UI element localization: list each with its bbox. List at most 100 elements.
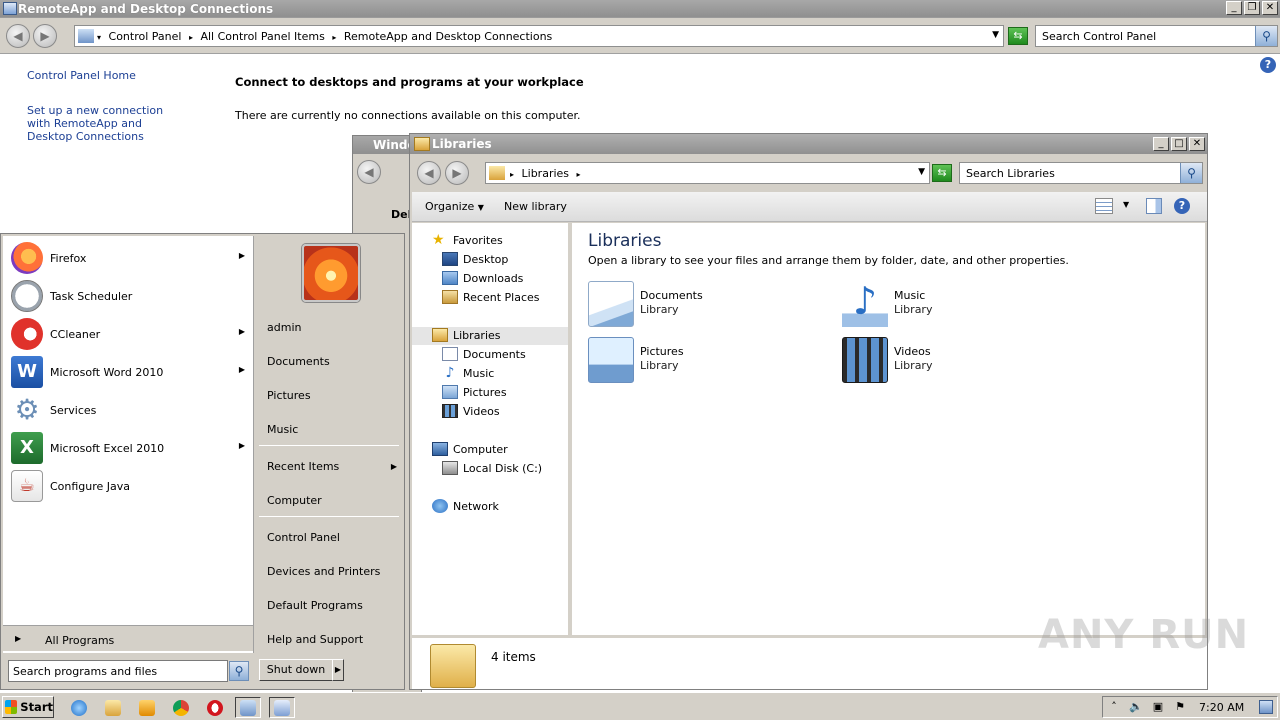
library-tile-videos[interactable]: Videos Library [842,337,1042,385]
start-item-control-panel[interactable]: Control Panel [267,531,340,544]
nav-downloads[interactable]: Downloads [442,271,523,285]
start-item-documents[interactable]: Documents [267,355,330,368]
search-icon[interactable]: ⚲ [229,661,249,681]
nav-recent-places[interactable]: Recent Places [442,290,540,304]
minimize-button[interactable]: _ [1153,137,1169,151]
desktop-icon [442,252,458,266]
back-button[interactable]: ◀ [417,161,441,185]
all-programs[interactable]: ▶ All Programs [3,625,253,651]
caption-buttons: _ ❐ ✕ [1226,1,1278,15]
search-input[interactable]: Search Libraries ⚲ [959,162,1203,184]
help-icon[interactable]: ? [1260,57,1276,73]
program-word[interactable]: W Microsoft Word 2010 ▶ [11,354,253,390]
nav-videos[interactable]: Videos [442,404,500,418]
library-tile-pictures[interactable]: Pictures Library [588,337,788,385]
opera-taskbar-icon[interactable] [202,697,228,718]
breadcrumb-item[interactable]: Control Panel [109,30,182,43]
shutdown-button[interactable]: Shut down [259,659,333,681]
program-ccleaner[interactable]: CCleaner ▶ [11,316,253,352]
libraries-address-bar: ◀ ▶ ▸ Libraries ▸ ▼ ⇆ Search Libraries ⚲ [410,154,1207,192]
search-icon[interactable]: ⚲ [1255,26,1277,46]
help-icon[interactable]: ? [1174,198,1190,214]
start-item-recent[interactable]: Recent Items ▶ [267,460,397,473]
new-library-button[interactable]: New library [504,200,567,213]
control-panel-address-bar: ◀ ▶ ▾ Control Panel ▸ All Control Panel … [0,18,1280,54]
network-icon[interactable]: ▣ [1151,700,1165,714]
maximize-button[interactable]: □ [1171,137,1187,151]
shutdown-options-button[interactable]: ▶ [332,659,344,681]
program-excel[interactable]: X Microsoft Excel 2010 ▶ [11,430,253,466]
chevron-down-icon[interactable]: ▼ [1123,200,1129,209]
view-options-icon[interactable] [1095,198,1113,214]
start-item-computer[interactable]: Computer [267,494,322,507]
start-item-music[interactable]: Music [267,423,298,436]
back-button[interactable]: ◀ [6,24,30,48]
control-panel-home-link[interactable]: Control Panel Home [27,69,136,82]
show-desktop-button[interactable] [1259,700,1273,714]
close-button[interactable]: ✕ [1262,1,1278,15]
star-icon: ★ [432,232,445,248]
back-button[interactable]: ◀ [357,160,381,184]
restore-button[interactable]: ❐ [1244,1,1260,15]
minimize-button[interactable]: _ [1226,1,1242,15]
breadcrumb-item[interactable]: Libraries [522,167,570,180]
forward-button[interactable]: ▶ [445,161,469,185]
nav-network[interactable]: Network [432,499,499,513]
folder-icon [430,644,476,688]
library-tile-music[interactable]: ♪ Music Library [842,281,1042,329]
ie-taskbar-icon[interactable] [66,697,92,718]
media-player-taskbar-icon[interactable] [134,697,160,718]
start-item-help[interactable]: Help and Support [267,633,363,646]
chevron-down-icon[interactable]: ▼ [992,30,999,40]
flag-icon[interactable]: ⚑ [1173,700,1187,714]
organize-button[interactable]: Organize ▼ [425,200,484,213]
control-panel-titlebar: RemoteApp and Desktop Connections _ ❐ ✕ [0,0,1280,18]
start-button[interactable]: Start [2,696,54,718]
program-services[interactable]: ⚙ Services [11,392,253,428]
nav-libraries[interactable]: Libraries [432,328,501,342]
nav-pictures[interactable]: Pictures [442,385,507,399]
control-panel-taskbar-icon[interactable] [269,697,295,718]
chevron-down-icon[interactable]: ▼ [918,167,925,177]
address-field[interactable]: ▸ Libraries ▸ ▼ [485,162,930,184]
remote-desktop-taskbar-icon[interactable] [235,697,261,718]
music-icon: ♪ [445,365,455,381]
submenu-arrow-icon: ▶ [238,251,245,260]
nav-local-disk[interactable]: Local Disk (C:) [442,461,542,475]
nav-favorites[interactable]: ★ Favorites [432,233,503,247]
setup-connection-link[interactable]: Set up a new connection with RemoteApp a… [27,104,187,143]
close-button[interactable]: ✕ [1189,137,1205,151]
explorer-taskbar-icon[interactable] [100,697,126,718]
refresh-button[interactable]: ⇆ [1008,27,1028,45]
volume-icon[interactable]: 🔈 [1129,700,1143,714]
program-task-scheduler[interactable]: Task Scheduler [11,278,253,314]
search-programs-input[interactable]: Search programs and files [8,660,228,682]
search-icon[interactable]: ⚲ [1180,163,1202,183]
program-configure-java[interactable]: ☕ Configure Java [11,468,253,504]
forward-button[interactable]: ▶ [33,24,57,48]
start-item-pictures[interactable]: Pictures [267,389,311,402]
breadcrumb: ▸ Libraries ▸ [510,167,581,180]
libraries-titlebar: Libraries _ □ ✕ [410,134,1207,154]
refresh-button[interactable]: ⇆ [932,164,952,182]
clock[interactable]: 7:20 AM [1199,701,1244,714]
start-item-user[interactable]: admin [267,321,301,334]
address-field[interactable]: ▾ Control Panel ▸ All Control Panel Item… [74,25,1004,47]
start-item-devices[interactable]: Devices and Printers [267,565,380,578]
library-tile-documents[interactable]: Documents Library [588,281,788,329]
nav-documents[interactable]: Documents [442,347,526,361]
system-tray: ˄ 🔈 ▣ ⚑ 7:20 AM [1102,696,1278,718]
nav-desktop[interactable]: Desktop [442,252,508,266]
avatar[interactable] [302,244,360,302]
search-input[interactable]: Search Control Panel ⚲ [1035,25,1278,47]
program-firefox[interactable]: Firefox ▶ [11,240,253,276]
start-item-default-programs[interactable]: Default Programs [267,599,363,612]
windows-logo-icon [5,700,18,714]
breadcrumb-item[interactable]: All Control Panel Items [200,30,324,43]
breadcrumb-item[interactable]: RemoteApp and Desktop Connections [344,30,552,43]
nav-computer[interactable]: Computer [432,442,508,456]
chevron-up-icon[interactable]: ˄ [1107,700,1121,714]
nav-music[interactable]: ♪ Music [442,365,495,381]
preview-pane-icon[interactable] [1146,198,1162,214]
chrome-taskbar-icon[interactable] [168,697,194,718]
